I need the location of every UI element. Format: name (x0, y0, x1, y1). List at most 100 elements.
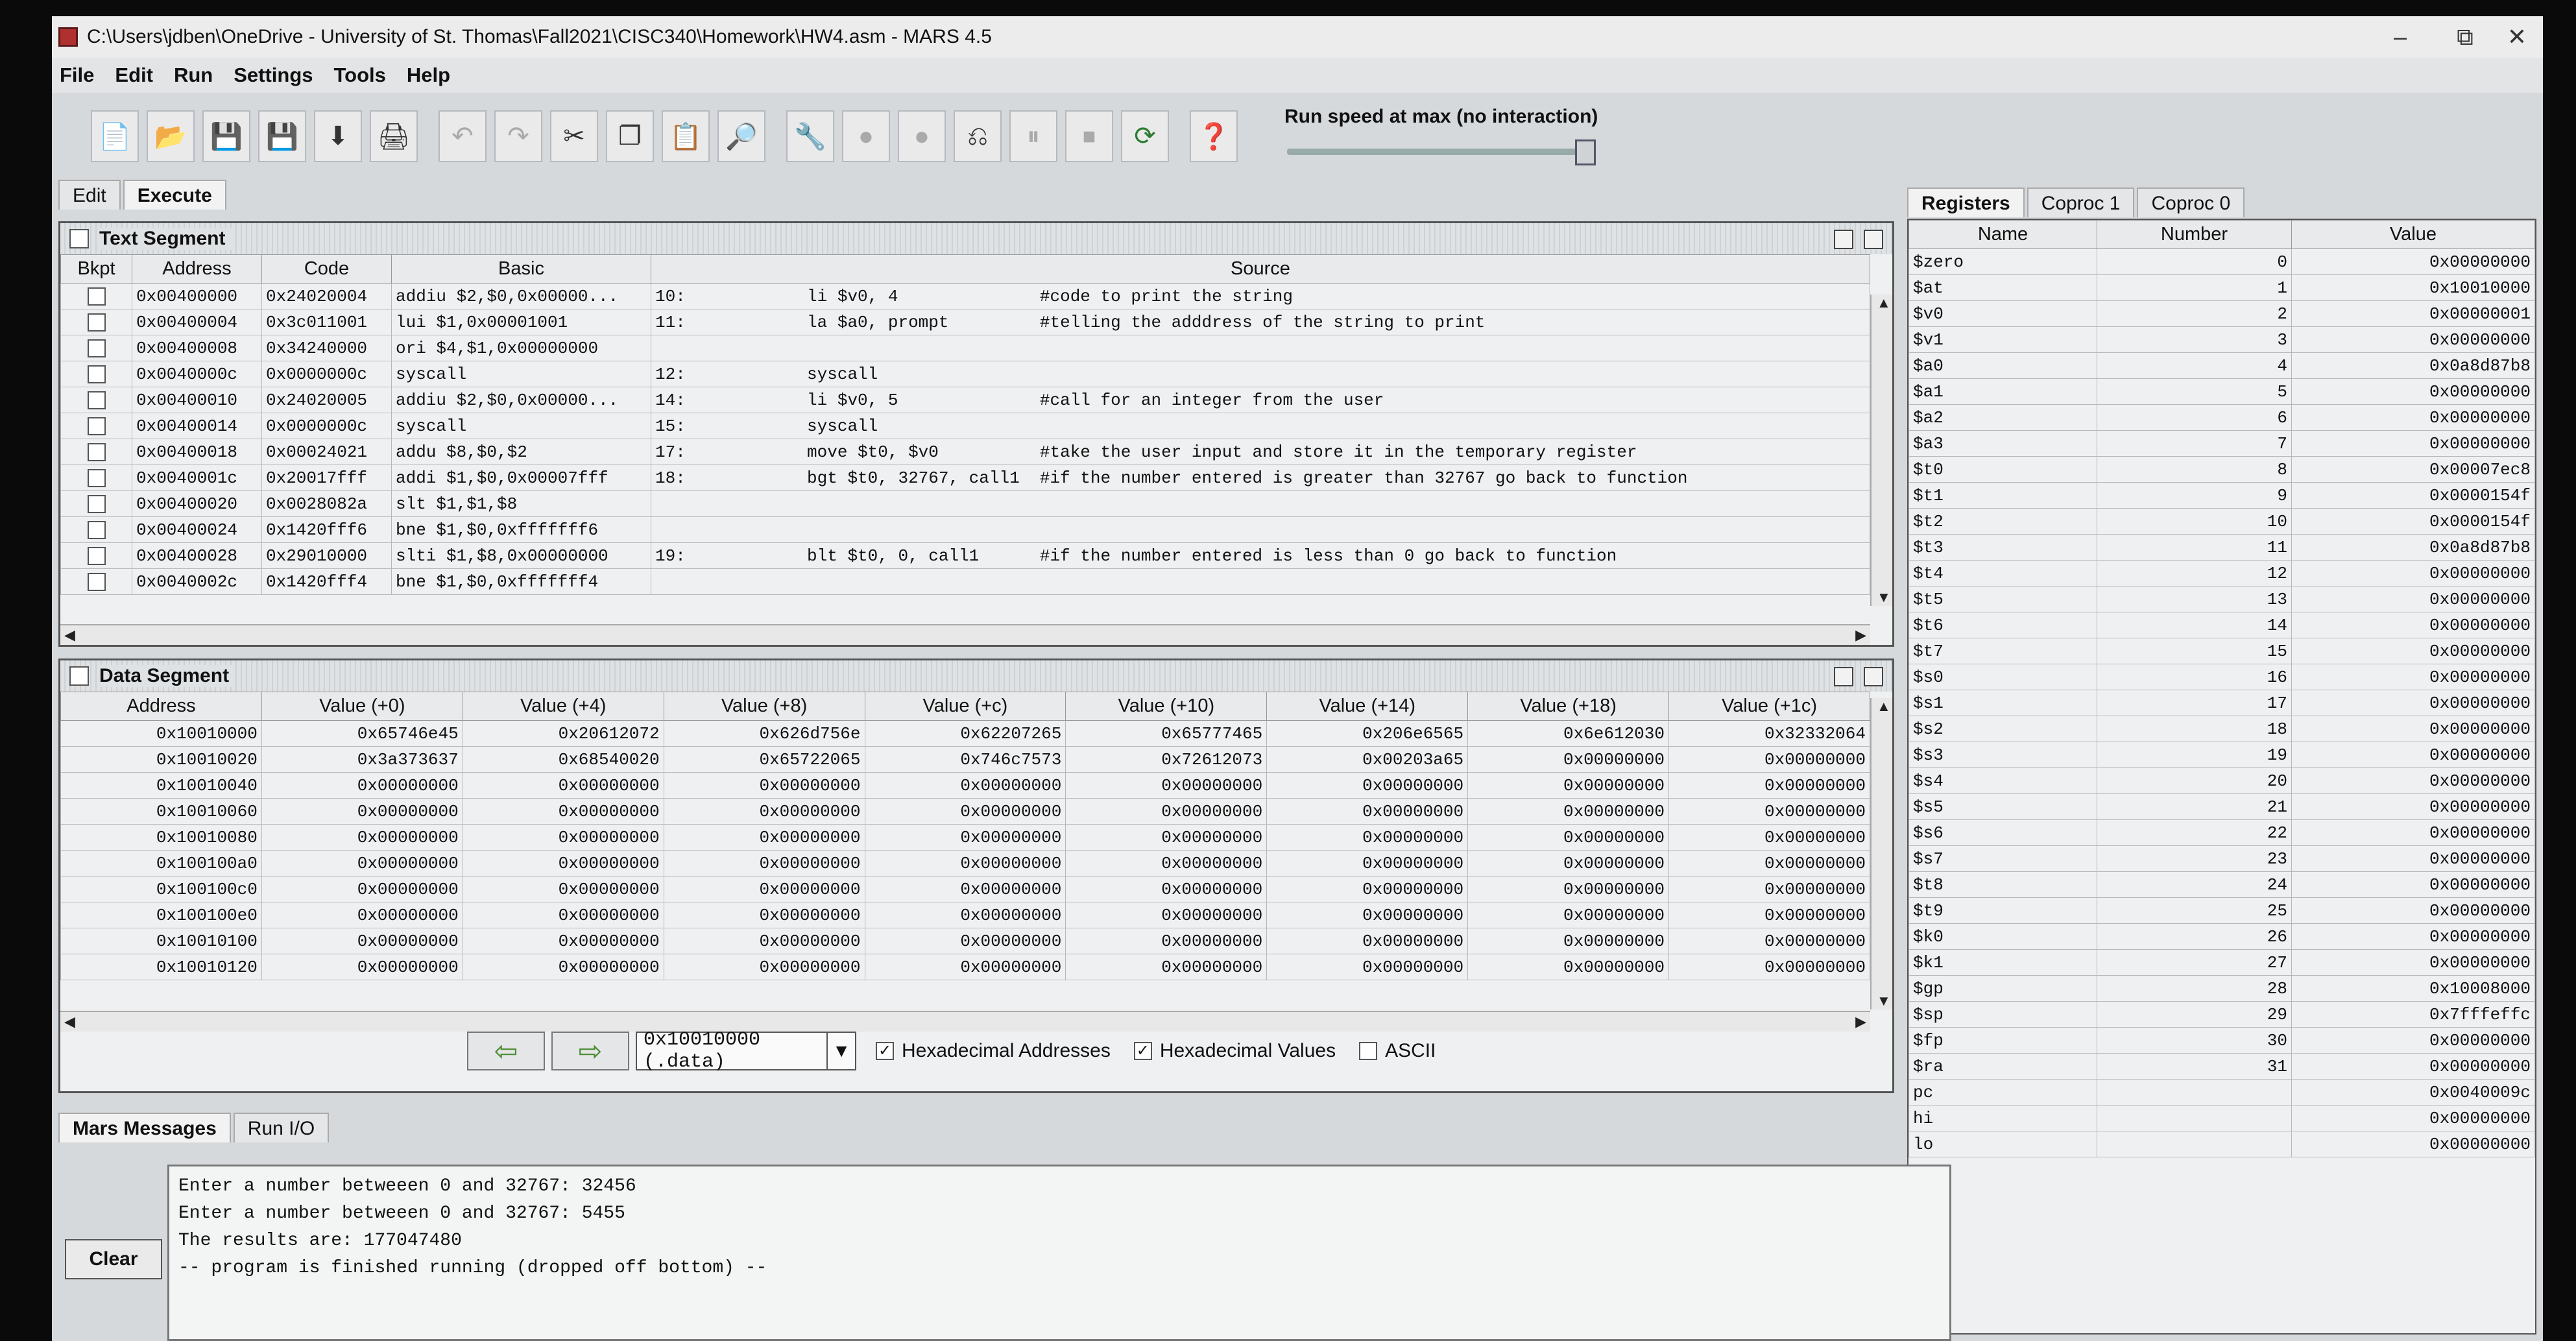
breakpoint-cell[interactable] (60, 413, 132, 439)
scroll-up-arrow[interactable]: ▲ (1877, 295, 1891, 311)
data-horizontal-scrollbar[interactable]: ◀ ▶ (60, 1011, 1870, 1032)
tab-coproc1[interactable]: Coproc 1 (2027, 187, 2135, 217)
data-value-cell[interactable]: 0x00000000 (864, 902, 1066, 928)
paste-icon[interactable]: 📋 (662, 110, 710, 162)
register-value[interactable]: 0x00000000 (2291, 1027, 2535, 1054)
breakpoint-checkbox[interactable] (87, 365, 106, 383)
address-select[interactable]: 0x10010000 (.data) ▼ (636, 1029, 856, 1073)
data-value-cell[interactable]: 0x65722065 (663, 746, 865, 773)
data-value-cell[interactable]: 0x00000000 (663, 876, 865, 902)
data-value-cell[interactable]: 0x626d756e (663, 720, 865, 747)
data-col-header[interactable]: Value (+1c) (1668, 692, 1870, 721)
data-value-cell[interactable]: 0x746c7573 (864, 746, 1066, 773)
data-value-cell[interactable]: 0x00000000 (462, 772, 664, 799)
data-value-cell[interactable]: 0x00000000 (261, 824, 463, 851)
col-code[interactable]: Code (261, 254, 392, 284)
scroll-left-arrow[interactable]: ◀ (64, 627, 75, 644)
data-value-cell[interactable]: 0x00000000 (1266, 902, 1469, 928)
data-value-cell[interactable]: 0x00000000 (261, 798, 463, 825)
data-value-cell[interactable]: 0x00000000 (864, 772, 1066, 799)
register-value[interactable]: 0x00000000 (2291, 897, 2535, 924)
data-value-cell[interactable]: 0x00000000 (1467, 928, 1669, 954)
data-col-header[interactable]: Value (+4) (462, 692, 664, 721)
scroll-right-arrow[interactable]: ▶ (1855, 627, 1866, 644)
data-value-cell[interactable]: 0x00000000 (663, 850, 865, 876)
data-value-cell[interactable]: 0x32332064 (1668, 720, 1870, 747)
col-address[interactable]: Address (132, 254, 262, 284)
run-speed-thumb[interactable] (1575, 139, 1596, 165)
step-icon[interactable]: ● (898, 110, 946, 162)
data-value-cell[interactable]: 0x20612072 (462, 720, 664, 747)
data-value-cell[interactable]: 0x65746e45 (261, 720, 463, 747)
data-value-cell[interactable]: 0x00000000 (1266, 954, 1469, 980)
tab-execute[interactable]: Execute (123, 180, 226, 210)
save-icon[interactable]: 💾 (202, 110, 250, 162)
register-value[interactable]: 0x00000000 (2291, 819, 2535, 846)
tab-mars-messages[interactable]: Mars Messages (58, 1113, 231, 1142)
breakpoint-checkbox[interactable] (87, 313, 106, 332)
breakpoint-checkbox[interactable] (87, 494, 106, 513)
col-basic[interactable]: Basic (391, 254, 651, 284)
data-value-cell[interactable]: 0x00000000 (1467, 772, 1669, 799)
undo-icon[interactable]: ↶ (439, 110, 487, 162)
data-value-cell[interactable]: 0x00000000 (864, 798, 1066, 825)
breakpoint-checkbox[interactable] (87, 287, 106, 306)
text-segment-row[interactable]: 0x00400000 0x24020004 addiu $2,$0,0x00000.… (60, 283, 1870, 309)
text-segment-row[interactable]: 0x00400020 0x0028082a slt $1,$1,$8 (60, 490, 1870, 517)
breakpoint-cell[interactable] (60, 568, 132, 595)
register-value[interactable]: 0x7fffeffc (2291, 1001, 2535, 1028)
data-value-cell[interactable]: 0x00000000 (864, 954, 1066, 980)
col-reg-value[interactable]: Value (2291, 220, 2535, 249)
assemble-icon[interactable]: 🔧 (786, 110, 834, 162)
data-value-cell[interactable]: 0x00000000 (663, 772, 865, 799)
minimize-button[interactable]: – (2374, 21, 2426, 53)
register-value[interactable]: 0x00000000 (2291, 430, 2535, 457)
data-value-cell[interactable]: 0x6e612030 (1467, 720, 1669, 747)
breakpoint-checkbox[interactable] (87, 572, 106, 591)
register-value[interactable]: 0x00000000 (2291, 1053, 2535, 1080)
data-value-cell[interactable]: 0x00000000 (1266, 876, 1469, 902)
backstep-icon[interactable]: ⎌ (954, 110, 1002, 162)
register-value[interactable]: 0x00000001 (2291, 300, 2535, 327)
scroll-down-arrow[interactable]: ▼ (1877, 589, 1891, 606)
data-value-cell[interactable]: 0x00000000 (1467, 876, 1669, 902)
data-value-cell[interactable]: 0x00000000 (1065, 876, 1268, 902)
data-value-cell[interactable]: 0x00000000 (1668, 902, 1870, 928)
register-value[interactable]: 0x00000000 (2291, 923, 2535, 950)
run-icon[interactable]: ● (842, 110, 890, 162)
register-value[interactable]: 0x00000000 (2291, 612, 2535, 638)
hex-addresses-checkbox[interactable]: ✓ (876, 1042, 894, 1060)
text-horizontal-scrollbar[interactable]: ◀ ▶ (60, 624, 1870, 645)
scroll-up-arrow[interactable]: ▲ (1877, 698, 1891, 715)
tab-registers[interactable]: Registers (1907, 187, 2025, 217)
open-file-icon[interactable]: 📂 (147, 110, 195, 162)
scroll-left-arrow[interactable]: ◀ (64, 1013, 75, 1030)
maximize-button[interactable]: ⧉ (2439, 21, 2491, 53)
col-source[interactable]: Source (651, 254, 1870, 284)
data-value-cell[interactable]: 0x00000000 (462, 954, 664, 980)
text-segment-row[interactable]: 0x00400008 0x34240000 ori $4,$1,0x00000000 (60, 335, 1870, 361)
data-value-cell[interactable]: 0x00000000 (261, 772, 463, 799)
data-value-cell[interactable]: 0x00000000 (1668, 928, 1870, 954)
text-segment-row[interactable]: 0x0040001c 0x20017fff addi $1,$0,0x00007ff… (60, 465, 1870, 491)
close-button[interactable]: ✕ (2491, 21, 2543, 53)
breakpoint-checkbox[interactable] (87, 339, 106, 357)
data-value-cell[interactable]: 0x65777465 (1065, 720, 1268, 747)
breakpoint-cell[interactable] (60, 516, 132, 543)
redo-icon[interactable]: ↷ (494, 110, 542, 162)
register-value[interactable]: 0x00000000 (2291, 793, 2535, 820)
data-col-header[interactable]: Value (+14) (1266, 692, 1469, 721)
text-segment-checkbox[interactable] (69, 229, 89, 248)
text-segment-row[interactable]: 0x00400024 0x1420fff6 bne $1,$0,0xfffffff6 (60, 516, 1870, 543)
tab-edit[interactable]: Edit (58, 180, 121, 210)
breakpoint-cell[interactable] (60, 490, 132, 517)
register-value[interactable]: 0x00000000 (2291, 845, 2535, 872)
menu-run[interactable]: Run (174, 64, 213, 87)
text-segment-row[interactable]: 0x0040000c 0x0000000c syscall 12: syscall (60, 361, 1870, 387)
data-value-cell[interactable]: 0x206e6565 (1266, 720, 1469, 747)
data-value-cell[interactable]: 0x00000000 (1065, 902, 1268, 928)
breakpoint-cell[interactable] (60, 387, 132, 413)
data-col-header[interactable]: Address (60, 692, 262, 721)
data-value-cell[interactable]: 0x00000000 (663, 824, 865, 851)
copy-icon[interactable]: ❐ (606, 110, 654, 162)
